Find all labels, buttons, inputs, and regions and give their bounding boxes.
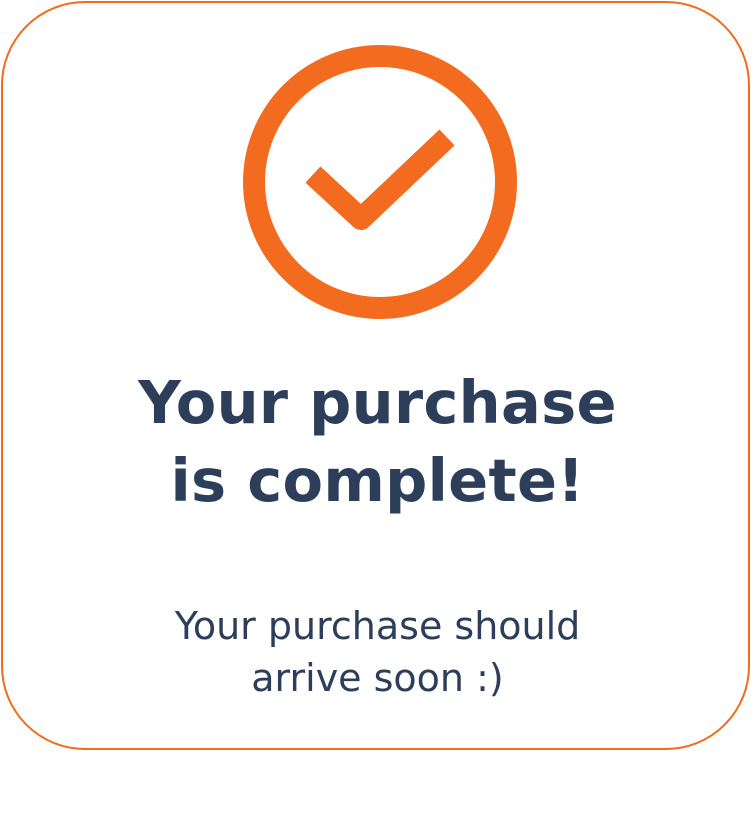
check-circle-ring [243,45,517,319]
confirmation-title-line-2: is complete! [170,446,585,515]
confirmation-card: Your purchase is complete! Your purchase… [1,1,750,750]
confirmation-title-line-1: Your purchase [138,368,617,437]
confirmation-message-line-2: arrive soon :) [251,656,504,700]
confirmation-message-line-1: Your purchase should [174,604,581,648]
check-circle-icon [243,45,517,319]
checkmark [305,129,455,230]
